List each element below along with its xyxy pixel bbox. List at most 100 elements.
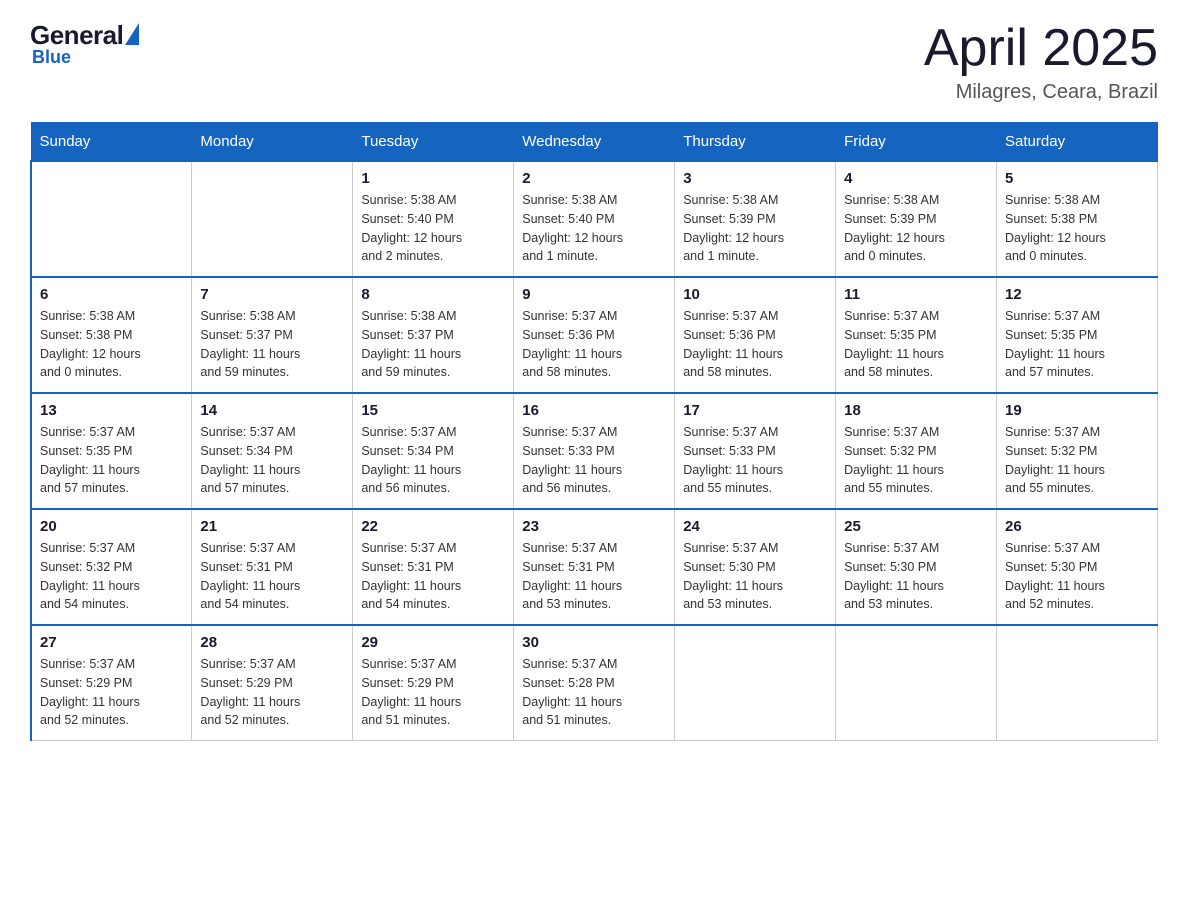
day-number: 30 (522, 634, 666, 651)
page-header: General Blue April 2025 Milagres, Ceara,… (30, 20, 1158, 104)
calendar-day-19: 19 Sunrise: 5:37 AMSunset: 5:32 PMDayligh… (997, 393, 1158, 509)
weekday-header-thursday: Thursday (675, 123, 836, 162)
day-info: Sunrise: 5:37 AMSunset: 5:35 PMDaylight:… (40, 423, 183, 498)
calendar-day-3: 3 Sunrise: 5:38 AMSunset: 5:39 PMDaylight… (675, 161, 836, 277)
day-number: 4 (844, 170, 988, 187)
day-info: Sunrise: 5:37 AMSunset: 5:30 PMDaylight:… (683, 539, 827, 614)
day-info: Sunrise: 5:37 AMSunset: 5:29 PMDaylight:… (361, 655, 505, 730)
day-number: 14 (200, 402, 344, 419)
day-info: Sunrise: 5:37 AMSunset: 5:29 PMDaylight:… (40, 655, 183, 730)
day-info: Sunrise: 5:37 AMSunset: 5:35 PMDaylight:… (1005, 307, 1149, 382)
day-info: Sunrise: 5:38 AMSunset: 5:37 PMDaylight:… (200, 307, 344, 382)
day-info: Sunrise: 5:37 AMSunset: 5:36 PMDaylight:… (522, 307, 666, 382)
calendar-day-25: 25 Sunrise: 5:37 AMSunset: 5:30 PMDayligh… (836, 509, 997, 625)
calendar-day-28: 28Sunrise: 5:37 AMSunset: 5:29 PMDayligh… (192, 625, 353, 741)
calendar-day-26: 26 Sunrise: 5:37 AMSunset: 5:30 PMDayligh… (997, 509, 1158, 625)
calendar-day-13: 13Sunrise: 5:37 AMSunset: 5:35 PMDayligh… (31, 393, 192, 509)
day-number: 24 (683, 518, 827, 535)
day-number: 12 (1005, 286, 1149, 303)
empty-day-cell (675, 625, 836, 741)
empty-day-cell (836, 625, 997, 741)
weekday-header-wednesday: Wednesday (514, 123, 675, 162)
calendar-day-22: 22Sunrise: 5:37 AMSunset: 5:31 PMDayligh… (353, 509, 514, 625)
calendar-day-5: 5 Sunrise: 5:38 AMSunset: 5:38 PMDaylight… (997, 161, 1158, 277)
day-number: 11 (844, 286, 988, 303)
day-number: 23 (522, 518, 666, 535)
calendar-week-row: 27Sunrise: 5:37 AMSunset: 5:29 PMDayligh… (31, 625, 1158, 741)
calendar-day-4: 4 Sunrise: 5:38 AMSunset: 5:39 PMDaylight… (836, 161, 997, 277)
calendar-week-row: 13Sunrise: 5:37 AMSunset: 5:35 PMDayligh… (31, 393, 1158, 509)
calendar-day-20: 20Sunrise: 5:37 AMSunset: 5:32 PMDayligh… (31, 509, 192, 625)
logo: General Blue (30, 20, 139, 68)
day-info: Sunrise: 5:37 AMSunset: 5:31 PMDaylight:… (200, 539, 344, 614)
day-number: 25 (844, 518, 988, 535)
day-number: 19 (1005, 402, 1149, 419)
day-info: Sunrise: 5:37 AMSunset: 5:30 PMDaylight:… (1005, 539, 1149, 614)
day-info: Sunrise: 5:37 AMSunset: 5:32 PMDaylight:… (1005, 423, 1149, 498)
day-number: 7 (200, 286, 344, 303)
empty-day-cell (192, 161, 353, 277)
day-info: Sunrise: 5:38 AMSunset: 5:37 PMDaylight:… (361, 307, 505, 382)
day-info: Sunrise: 5:37 AMSunset: 5:32 PMDaylight:… (844, 423, 988, 498)
day-number: 16 (522, 402, 666, 419)
calendar-day-2: 2Sunrise: 5:38 AMSunset: 5:40 PMDaylight… (514, 161, 675, 277)
day-number: 2 (522, 170, 666, 187)
calendar-day-30: 30 Sunrise: 5:37 AMSunset: 5:28 PMDayligh… (514, 625, 675, 741)
weekday-header-monday: Monday (192, 123, 353, 162)
day-info: Sunrise: 5:37 AMSunset: 5:31 PMDaylight:… (522, 539, 666, 614)
day-number: 29 (361, 634, 505, 651)
calendar-day-24: 24 Sunrise: 5:37 AMSunset: 5:30 PMDayligh… (675, 509, 836, 625)
day-number: 5 (1005, 170, 1149, 187)
day-number: 17 (683, 402, 827, 419)
day-info: Sunrise: 5:37 AMSunset: 5:32 PMDaylight:… (40, 539, 183, 614)
day-info: Sunrise: 5:37 AMSunset: 5:33 PMDaylight:… (683, 423, 827, 498)
month-title: April 2025 (924, 20, 1158, 77)
calendar-day-14: 14Sunrise: 5:37 AMSunset: 5:34 PMDayligh… (192, 393, 353, 509)
day-info: Sunrise: 5:38 AMSunset: 5:40 PMDaylight:… (361, 191, 505, 266)
calendar-day-6: 6Sunrise: 5:38 AMSunset: 5:38 PMDaylight… (31, 277, 192, 393)
day-number: 10 (683, 286, 827, 303)
calendar-day-10: 10 Sunrise: 5:37 AMSunset: 5:36 PMDayligh… (675, 277, 836, 393)
calendar-day-29: 29 Sunrise: 5:37 AMSunset: 5:29 PMDayligh… (353, 625, 514, 741)
logo-triangle-icon (125, 23, 139, 45)
calendar-week-row: 1Sunrise: 5:38 AMSunset: 5:40 PMDaylight… (31, 161, 1158, 277)
weekday-header-sunday: Sunday (31, 123, 192, 162)
day-info: Sunrise: 5:38 AMSunset: 5:39 PMDaylight:… (844, 191, 988, 266)
calendar-day-1: 1Sunrise: 5:38 AMSunset: 5:40 PMDaylight… (353, 161, 514, 277)
calendar-week-row: 20Sunrise: 5:37 AMSunset: 5:32 PMDayligh… (31, 509, 1158, 625)
calendar-day-18: 18 Sunrise: 5:37 AMSunset: 5:32 PMDayligh… (836, 393, 997, 509)
day-info: Sunrise: 5:37 AMSunset: 5:30 PMDaylight:… (844, 539, 988, 614)
calendar-header-row: SundayMondayTuesdayWednesdayThursdayFrid… (31, 123, 1158, 162)
day-number: 8 (361, 286, 505, 303)
day-number: 18 (844, 402, 988, 419)
calendar-day-8: 8 Sunrise: 5:38 AMSunset: 5:37 PMDaylight… (353, 277, 514, 393)
day-info: Sunrise: 5:37 AMSunset: 5:34 PMDaylight:… (361, 423, 505, 498)
day-info: Sunrise: 5:37 AMSunset: 5:28 PMDaylight:… (522, 655, 666, 730)
day-info: Sunrise: 5:38 AMSunset: 5:38 PMDaylight:… (1005, 191, 1149, 266)
day-info: Sunrise: 5:37 AMSunset: 5:36 PMDaylight:… (683, 307, 827, 382)
calendar-day-27: 27Sunrise: 5:37 AMSunset: 5:29 PMDayligh… (31, 625, 192, 741)
calendar-week-row: 6Sunrise: 5:38 AMSunset: 5:38 PMDaylight… (31, 277, 1158, 393)
calendar-day-7: 7 Sunrise: 5:38 AMSunset: 5:37 PMDaylight… (192, 277, 353, 393)
calendar-day-15: 15 Sunrise: 5:37 AMSunset: 5:34 PMDayligh… (353, 393, 514, 509)
calendar-day-23: 23 Sunrise: 5:37 AMSunset: 5:31 PMDayligh… (514, 509, 675, 625)
logo-blue-text: Blue (32, 47, 71, 68)
day-info: Sunrise: 5:37 AMSunset: 5:31 PMDaylight:… (361, 539, 505, 614)
weekday-header-tuesday: Tuesday (353, 123, 514, 162)
day-info: Sunrise: 5:37 AMSunset: 5:33 PMDaylight:… (522, 423, 666, 498)
weekday-header-friday: Friday (836, 123, 997, 162)
calendar-day-9: 9Sunrise: 5:37 AMSunset: 5:36 PMDaylight… (514, 277, 675, 393)
day-number: 3 (683, 170, 827, 187)
title-section: April 2025 Milagres, Ceara, Brazil (924, 20, 1158, 104)
day-number: 6 (40, 286, 183, 303)
calendar-day-11: 11Sunrise: 5:37 AMSunset: 5:35 PMDayligh… (836, 277, 997, 393)
calendar-day-21: 21Sunrise: 5:37 AMSunset: 5:31 PMDayligh… (192, 509, 353, 625)
calendar-day-17: 17 Sunrise: 5:37 AMSunset: 5:33 PMDayligh… (675, 393, 836, 509)
location-text: Milagres, Ceara, Brazil (924, 81, 1158, 104)
empty-day-cell (997, 625, 1158, 741)
day-number: 28 (200, 634, 344, 651)
day-number: 26 (1005, 518, 1149, 535)
weekday-header-saturday: Saturday (997, 123, 1158, 162)
day-number: 15 (361, 402, 505, 419)
day-info: Sunrise: 5:38 AMSunset: 5:39 PMDaylight:… (683, 191, 827, 266)
